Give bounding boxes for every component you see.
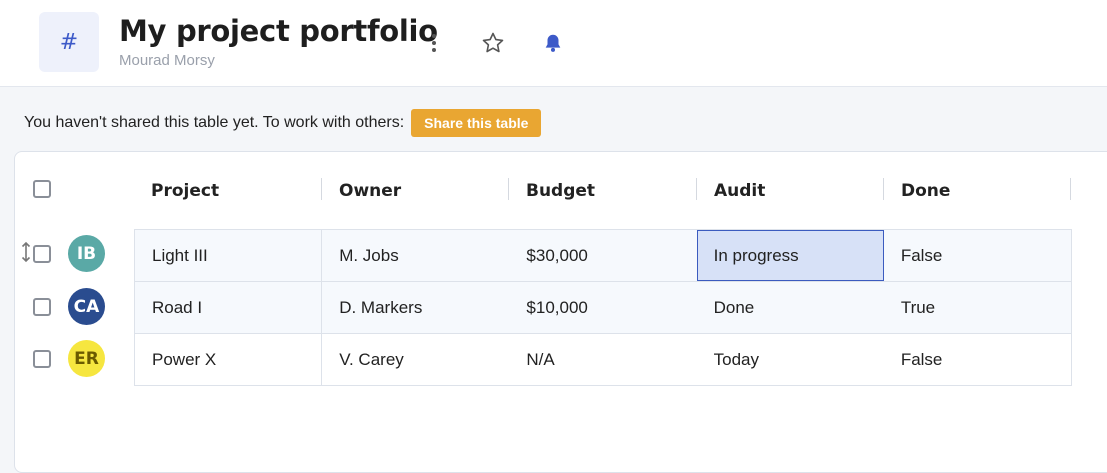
table-row[interactable]: Light III M. Jobs $30,000 In progress Fa… — [135, 230, 1071, 282]
row-drag-handle-icon[interactable] — [19, 240, 33, 264]
cell-budget[interactable]: N/A — [509, 334, 696, 386]
avatar: IB — [68, 235, 105, 272]
select-all-checkbox[interactable] — [33, 180, 51, 198]
hash-icon[interactable]: # — [39, 12, 99, 72]
more-vertical-icon — [432, 34, 436, 52]
data-grid: Light III M. Jobs $30,000 In progress Fa… — [134, 229, 1072, 386]
more-options-button[interactable] — [419, 28, 449, 58]
share-notice: You haven't shared this table yet. To wo… — [24, 108, 542, 137]
avatar: ER — [68, 340, 105, 377]
cell-budget[interactable]: $30,000 — [509, 230, 696, 281]
page-title: My project portfolio — [119, 14, 438, 48]
cell-owner[interactable]: D. Markers — [322, 282, 509, 333]
column-divider[interactable] — [1070, 178, 1071, 200]
notifications-button[interactable] — [538, 28, 568, 58]
column-header-budget[interactable]: Budget — [509, 172, 696, 210]
bell-icon — [545, 34, 561, 52]
share-notice-text: You haven't shared this table yet. To wo… — [24, 113, 405, 131]
column-header-project[interactable]: Project — [134, 172, 321, 210]
row-checkbox[interactable] — [33, 298, 51, 316]
column-header-owner[interactable]: Owner — [322, 172, 509, 210]
cell-done[interactable]: True — [884, 282, 1071, 333]
cell-project[interactable]: Power X — [135, 334, 323, 386]
cell-project[interactable]: Road I — [135, 282, 323, 333]
cell-audit[interactable]: Done — [697, 282, 884, 333]
cell-done[interactable]: False — [884, 230, 1071, 281]
cell-done[interactable]: False — [884, 334, 1071, 386]
page-header: # My project portfolio Mourad Morsy — [0, 0, 1107, 87]
avatar: CA — [68, 288, 105, 325]
owner-name: Mourad Morsy — [119, 52, 215, 69]
table-row[interactable]: Power X V. Carey N/A Today False — [135, 334, 1071, 386]
cell-project[interactable]: Light III — [135, 230, 323, 281]
cell-audit-selected[interactable]: In progress — [696, 230, 884, 281]
row-checkbox[interactable] — [33, 350, 51, 368]
favorite-button[interactable] — [478, 28, 508, 58]
cell-audit[interactable]: Today — [697, 334, 884, 386]
table-row[interactable]: Road I D. Markers $10,000 Done True — [135, 282, 1071, 334]
column-header-done[interactable]: Done — [884, 172, 1071, 210]
row-checkbox[interactable] — [33, 245, 51, 263]
share-table-button[interactable]: Share this table — [411, 108, 542, 137]
cell-owner[interactable]: V. Carey — [322, 334, 509, 386]
cell-owner[interactable]: M. Jobs — [322, 230, 509, 281]
star-icon — [482, 32, 504, 53]
column-header-audit[interactable]: Audit — [697, 172, 884, 210]
cell-budget[interactable]: $10,000 — [509, 282, 696, 333]
